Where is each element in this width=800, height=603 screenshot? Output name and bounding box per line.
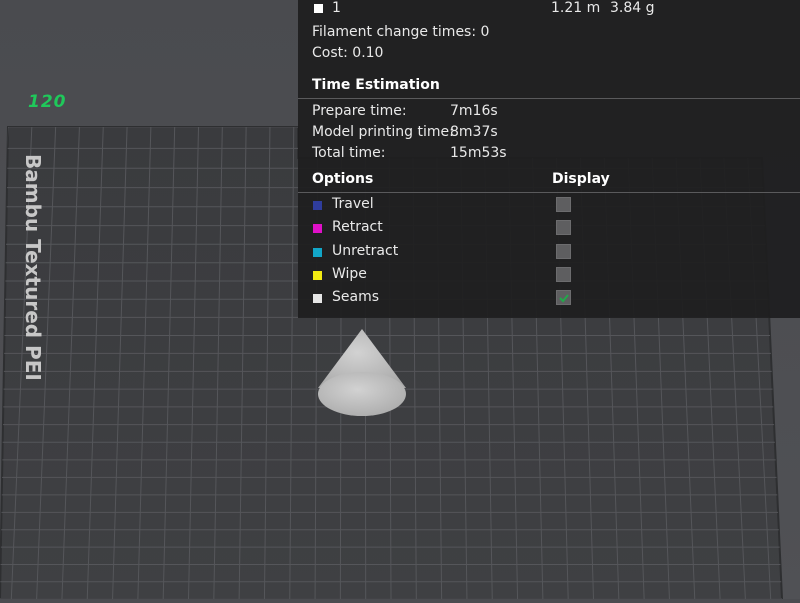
checkmark-icon	[559, 294, 569, 303]
time-estimation-title: Time Estimation	[312, 77, 440, 93]
option-unretract-label: Unretract	[332, 242, 399, 259]
filament-weight: 3.84 g	[610, 0, 655, 16]
travel-color-swatch	[313, 201, 322, 210]
wipe-display-checkbox[interactable]	[556, 266, 571, 282]
total-time-label: Total time:	[312, 145, 386, 161]
filament-change-times: Filament change times: 0	[312, 24, 490, 40]
option-travel-label: Travel	[332, 196, 374, 212]
retract-color-swatch	[313, 224, 322, 234]
cost: Cost: 0.10	[312, 45, 384, 61]
filament-length: 1.21 m	[551, 0, 601, 16]
plate-number: 120	[28, 92, 67, 112]
seams-display-checkbox[interactable]	[556, 290, 571, 306]
travel-display-checkbox[interactable]	[556, 197, 571, 212]
prepare-time-label: Prepare time:	[312, 103, 407, 119]
option-wipe-label: Wipe	[332, 265, 367, 282]
filament-color-swatch	[314, 4, 323, 13]
total-time-value: 15m53s	[450, 145, 507, 161]
wipe-color-swatch	[313, 270, 322, 280]
seams-color-swatch	[313, 294, 322, 304]
option-retract-label: Retract	[332, 219, 383, 236]
svg-text:Bambu Textured PEI Plate: Bambu Textured PEI Plate	[21, 154, 45, 385]
model-printing-time-value: 8m37s	[450, 124, 498, 140]
unretract-color-swatch	[313, 247, 322, 257]
plate-label: Bambu Textured PEI Plate	[21, 154, 45, 385]
filament-index: 1	[332, 0, 341, 16]
slice-stats-panel: 1 1.21 m 3.84 g Filament change times: 0…	[298, 0, 800, 318]
divider	[298, 98, 800, 99]
options-header: Options	[312, 171, 374, 187]
model-printing-time-label: Model printing time:	[312, 124, 454, 140]
unretract-display-checkbox[interactable]	[556, 243, 571, 259]
divider	[298, 192, 800, 193]
display-header: Display	[552, 171, 610, 187]
option-seams-label: Seams	[332, 289, 380, 306]
prepare-time-value: 7m16s	[450, 103, 498, 119]
retract-display-checkbox[interactable]	[556, 220, 571, 236]
